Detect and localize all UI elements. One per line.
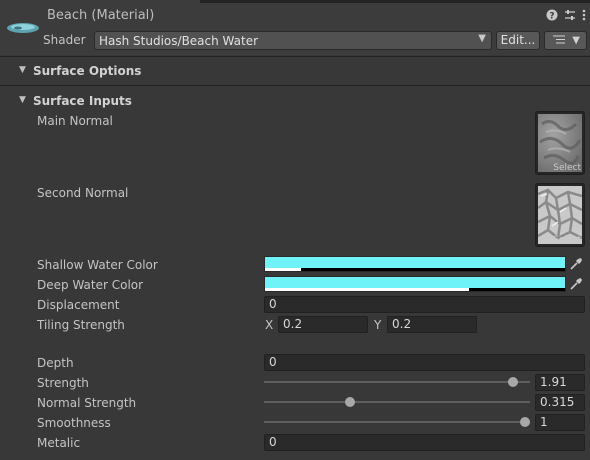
surface-inputs-title: Surface Inputs: [33, 94, 132, 108]
alpha-fill: [265, 268, 301, 271]
deep-water-color-field[interactable]: [264, 276, 566, 292]
chevron-down-icon: ▼: [572, 35, 580, 46]
help-icon[interactable]: ?: [546, 9, 558, 25]
edit-shader-button[interactable]: Edit...: [496, 31, 540, 50]
eyedropper-icon[interactable]: [568, 276, 584, 292]
shader-dropdown-value: Hash Studios/Beach Water: [99, 34, 259, 48]
section-divider: [0, 85, 590, 86]
material-header: Beach (Material) ? Shader Hash Studios/B…: [0, 3, 590, 55]
metalic-label: Metalic: [37, 436, 81, 450]
strength-field[interactable]: 1.91: [535, 374, 585, 391]
strength-label: Strength: [37, 376, 89, 390]
normal-strength-slider-track[interactable]: [264, 401, 530, 403]
tiling-y-label: Y: [374, 318, 382, 332]
normal-strength-field[interactable]: 0.315: [535, 394, 585, 411]
shader-label: Shader: [43, 33, 86, 47]
depth-field[interactable]: 0: [264, 354, 585, 371]
tiling-strength-label: Tiling Strength: [37, 318, 125, 332]
second-normal-label: Second Normal: [37, 186, 129, 200]
metalic-field[interactable]: 0: [264, 434, 585, 451]
smoothness-slider-handle[interactable]: [520, 417, 530, 427]
material-icon: [7, 23, 39, 33]
strength-slider-track[interactable]: [264, 381, 530, 383]
alpha-bar: [265, 288, 565, 291]
displacement-field[interactable]: 0: [264, 296, 585, 313]
deep-water-color-label: Deep Water Color: [37, 278, 144, 292]
material-title: Beach (Material): [47, 8, 155, 23]
surface-options-title: Surface Options: [33, 64, 142, 78]
surface-inputs-foldout[interactable]: ▼ Surface Inputs: [0, 91, 590, 111]
normal-strength-slider-handle[interactable]: [344, 397, 355, 407]
second-normal-texture-slot[interactable]: Select: [535, 183, 585, 247]
eyedropper-icon[interactable]: [568, 256, 584, 272]
depth-label: Depth: [37, 356, 74, 370]
texture-select-label[interactable]: Select: [553, 235, 581, 245]
list-menu-button[interactable]: ▼: [544, 31, 587, 50]
svg-text:?: ?: [549, 12, 554, 22]
header-icons: ?: [546, 9, 586, 25]
surface-options-foldout[interactable]: ▼ Surface Options: [0, 61, 590, 81]
kebab-menu-icon[interactable]: [582, 9, 586, 25]
tiling-x-label: X: [265, 318, 274, 332]
shallow-water-color-field[interactable]: [264, 256, 566, 272]
tiling-y-field[interactable]: 0.2: [387, 316, 477, 333]
strength-slider-handle[interactable]: [508, 377, 519, 387]
alpha-fill: [265, 288, 469, 291]
alpha-bar: [265, 268, 565, 271]
main-normal-texture-slot[interactable]: Select: [535, 111, 585, 175]
foldout-arrow-icon: ▼: [19, 65, 26, 75]
main-normal-label: Main Normal: [37, 114, 113, 128]
header-divider: [0, 56, 590, 57]
shallow-water-color-label: Shallow Water Color: [37, 258, 158, 272]
smoothness-label: Smoothness: [37, 416, 111, 430]
normal-strength-label: Normal Strength: [37, 396, 137, 410]
presets-icon[interactable]: [564, 9, 576, 25]
shader-dropdown[interactable]: Hash Studios/Beach Water ▼: [94, 31, 492, 50]
tiling-x-field[interactable]: 0.2: [278, 316, 368, 333]
list-menu-icon: [553, 35, 568, 46]
chevron-down-icon: ▼: [478, 33, 486, 44]
smoothness-slider-track[interactable]: [264, 421, 530, 423]
texture-select-label[interactable]: Select: [553, 163, 581, 173]
displacement-label: Displacement: [37, 298, 120, 312]
smoothness-field[interactable]: 1: [535, 414, 585, 431]
foldout-arrow-icon: ▼: [19, 95, 26, 105]
